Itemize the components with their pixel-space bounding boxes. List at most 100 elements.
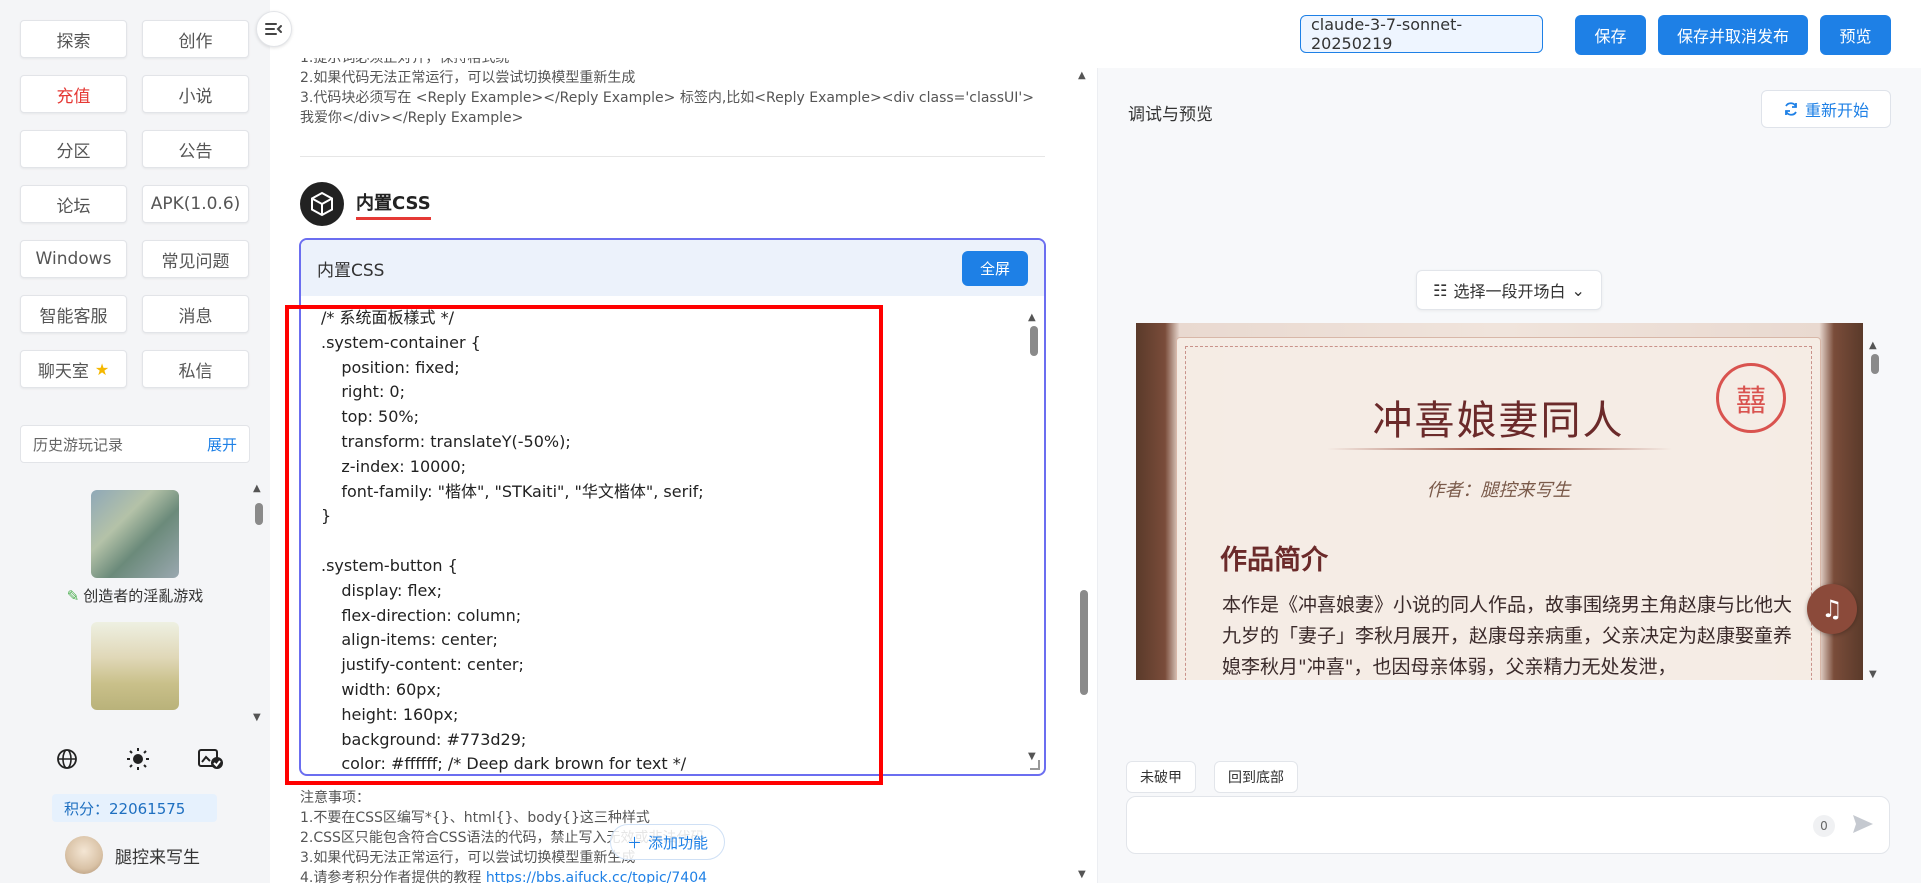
card-scrollbar[interactable]: ▲ ▼	[1869, 340, 1881, 680]
scroll-down-icon[interactable]: ▼	[1078, 869, 1086, 880]
nav-windows[interactable]: Windows	[20, 240, 127, 278]
model-field[interactable]: claude-3-7-sonnet-20250219	[1300, 15, 1543, 53]
editor-scrollbar[interactable]: ▲ ▼	[1028, 312, 1040, 762]
sidebar-bottom-icons	[55, 747, 225, 771]
image-check-icon[interactable]	[197, 747, 225, 771]
nav-explore[interactable]: 探索	[20, 20, 127, 58]
nav-announcement[interactable]: 公告	[142, 130, 249, 168]
opening-select-value: 选择一段开场白	[1453, 282, 1566, 301]
user-name[interactable]: 腿控来写生	[115, 843, 200, 868]
unbroken-chip[interactable]: 未破甲	[1126, 761, 1196, 793]
collapse-sidebar-button[interactable]	[256, 11, 292, 47]
scroll-thumb[interactable]	[1080, 590, 1088, 695]
section-header: 内置CSS	[300, 182, 431, 226]
scroll-thumb[interactable]	[1871, 354, 1879, 374]
restart-label: 重新开始	[1804, 101, 1869, 120]
send-icon[interactable]	[1851, 812, 1875, 836]
chat-input[interactable]: 0	[1126, 796, 1890, 854]
collapse-menu-icon	[265, 23, 282, 35]
nav-private-message[interactable]: 私信	[142, 350, 249, 388]
fullscreen-button[interactable]: 全屏	[961, 250, 1028, 286]
nav-grid: 探索 创作 充值 小说 分区 公告 论坛 APK(1.0.6) Windows …	[20, 20, 250, 388]
divider	[300, 156, 1045, 157]
add-feature-button[interactable]: ＋ 添加功能	[610, 824, 726, 860]
card-author: 作者：腿控来写生	[1426, 480, 1571, 501]
game-thumbnail[interactable]	[91, 490, 179, 578]
page-scrollbar[interactable]: ▲ ▼	[1078, 70, 1090, 880]
nav-messages[interactable]: 消息	[142, 295, 249, 333]
resize-handle-icon[interactable]	[1030, 760, 1040, 770]
user-profile[interactable]: 腿控来写生	[65, 836, 200, 874]
globe-icon[interactable]	[55, 747, 79, 771]
game-item[interactable]	[20, 622, 250, 710]
sun-icon[interactable]	[126, 747, 150, 771]
game-list: ✎ 创造者的淫亂游戏	[20, 490, 250, 725]
section-title: 内置CSS	[356, 189, 431, 220]
save-unpublish-button[interactable]: 保存并取消发布	[1658, 15, 1808, 55]
card-section-title: 作品简介	[1220, 545, 1328, 576]
cube-icon	[300, 182, 344, 226]
story-card: 冲喜娘妻同人 作者：腿控来写生 作品简介 本作是《冲喜娘妻》小说的同人作品，故事…	[1136, 323, 1863, 680]
save-button[interactable]: 保存	[1575, 15, 1646, 55]
back-to-bottom-chip[interactable]: 回到底部	[1214, 761, 1298, 793]
nav-recharge[interactable]: 充值	[20, 75, 127, 113]
nav-novel[interactable]: 小说	[142, 75, 249, 113]
card-divider	[1327, 448, 1672, 450]
notes-top-line: 3.代码块必须写在 <Reply Example></Reply Example…	[300, 90, 1034, 126]
refresh-icon	[1785, 102, 1797, 116]
nav-forum[interactable]: 论坛	[20, 185, 127, 223]
notes-top-line: 1.提示词必须正对齐，保持格式统	[300, 58, 510, 66]
restart-button[interactable]: 重新开始	[1761, 90, 1891, 128]
chevron-down-icon: ⌄	[1571, 280, 1585, 300]
history-expand-link[interactable]: 展开	[207, 434, 237, 455]
game-thumbnail[interactable]	[91, 622, 179, 710]
css-code-textarea[interactable]: /* 系统面板樣式 */ .system-container { positio…	[321, 306, 1021, 774]
scroll-thumb[interactable]	[255, 503, 263, 525]
history-label: 历史游玩记录	[33, 435, 124, 454]
editor-header: 内置CSS 全屏	[301, 240, 1044, 296]
card-panel: 冲喜娘妻同人 作者：腿控来写生 作品简介 本作是《冲喜娘妻》小说的同人作品，故事…	[1176, 337, 1821, 680]
notes-line: 4.请参考积分作者提供的教程 https://bbs.aifuck.cc/top…	[300, 868, 1045, 883]
notes-top-line: 2.如果代码无法正常运行，可以尝试切换模型重新生成	[300, 70, 636, 86]
nav-create[interactable]: 创作	[142, 20, 249, 58]
pencil-icon: ✎	[66, 587, 80, 605]
star-icon: ★	[94, 359, 110, 379]
char-count: 0	[1813, 815, 1835, 837]
sidebar-scrollbar[interactable]: ▲ ▼	[253, 483, 265, 723]
add-feature-label: 添加功能	[648, 833, 709, 852]
history-bar: 历史游玩记录 展开	[20, 425, 250, 463]
points-badge: 积分：22061575	[52, 794, 217, 822]
avatar[interactable]	[65, 836, 103, 874]
editor-label: 内置CSS	[317, 260, 385, 281]
notes-line-text: 4.请参考积分作者提供的教程	[300, 870, 482, 883]
editor-column: 1.提示词必须正对齐，保持格式统 2.如果代码无法正常运行，可以尝试切换模型重新…	[270, 0, 1070, 883]
preview-title: 调试与预览	[1128, 105, 1213, 125]
plus-icon: ＋	[627, 833, 643, 852]
double-happiness-seal-icon: 囍	[1716, 363, 1786, 433]
game-title[interactable]: ✎ 创造者的淫亂游戏	[65, 586, 205, 606]
notes-top: 1.提示词必须正对齐，保持格式统 2.如果代码无法正常运行，可以尝试切换模型重新…	[300, 58, 1045, 128]
scroll-up-icon[interactable]: ▲	[1028, 312, 1036, 323]
scroll-thumb[interactable]	[1030, 326, 1038, 356]
nav-apk[interactable]: APK(1.0.6)	[142, 185, 249, 223]
scroll-up-icon[interactable]: ▲	[253, 483, 261, 494]
card-body: 本作是《冲喜娘妻》小说的同人作品，故事围绕男主角赵康与比他大九岁的「妻子」李秋月…	[1222, 594, 1793, 678]
scroll-up-icon[interactable]: ▲	[1078, 70, 1086, 81]
music-icon[interactable]: ♫	[1807, 584, 1857, 634]
scroll-down-icon[interactable]: ▼	[1869, 669, 1877, 680]
nav-chatroom-label: 聊天室	[37, 361, 89, 382]
sidebar: 探索 创作 充值 小说 分区 公告 论坛 APK(1.0.6) Windows …	[0, 0, 270, 883]
tutorial-link[interactable]: https://bbs.aifuck.cc/topic/7404	[486, 870, 707, 883]
preview-button[interactable]: 预览	[1820, 15, 1891, 55]
nav-zones[interactable]: 分区	[20, 130, 127, 168]
opening-select[interactable]: ☷ 选择一段开场白 ⌄	[1416, 270, 1602, 310]
notes-heading: 注意事项：	[300, 790, 370, 806]
nav-chatroom[interactable]: 聊天室 ★	[20, 350, 127, 388]
css-editor[interactable]: 内置CSS 全屏 /* 系统面板樣式 */ .system-container …	[299, 238, 1046, 776]
game-item[interactable]: ✎ 创造者的淫亂游戏	[20, 490, 250, 606]
scroll-up-icon[interactable]: ▲	[1869, 340, 1877, 351]
nav-faq[interactable]: 常见问题	[142, 240, 249, 278]
scroll-down-icon[interactable]: ▼	[253, 712, 261, 723]
nav-support[interactable]: 智能客服	[20, 295, 127, 333]
preview-panel: 调试与预览 重新开始 ☷ 选择一段开场白 ⌄ 冲喜娘妻同人 作者：腿控来写生 作…	[1097, 68, 1921, 883]
